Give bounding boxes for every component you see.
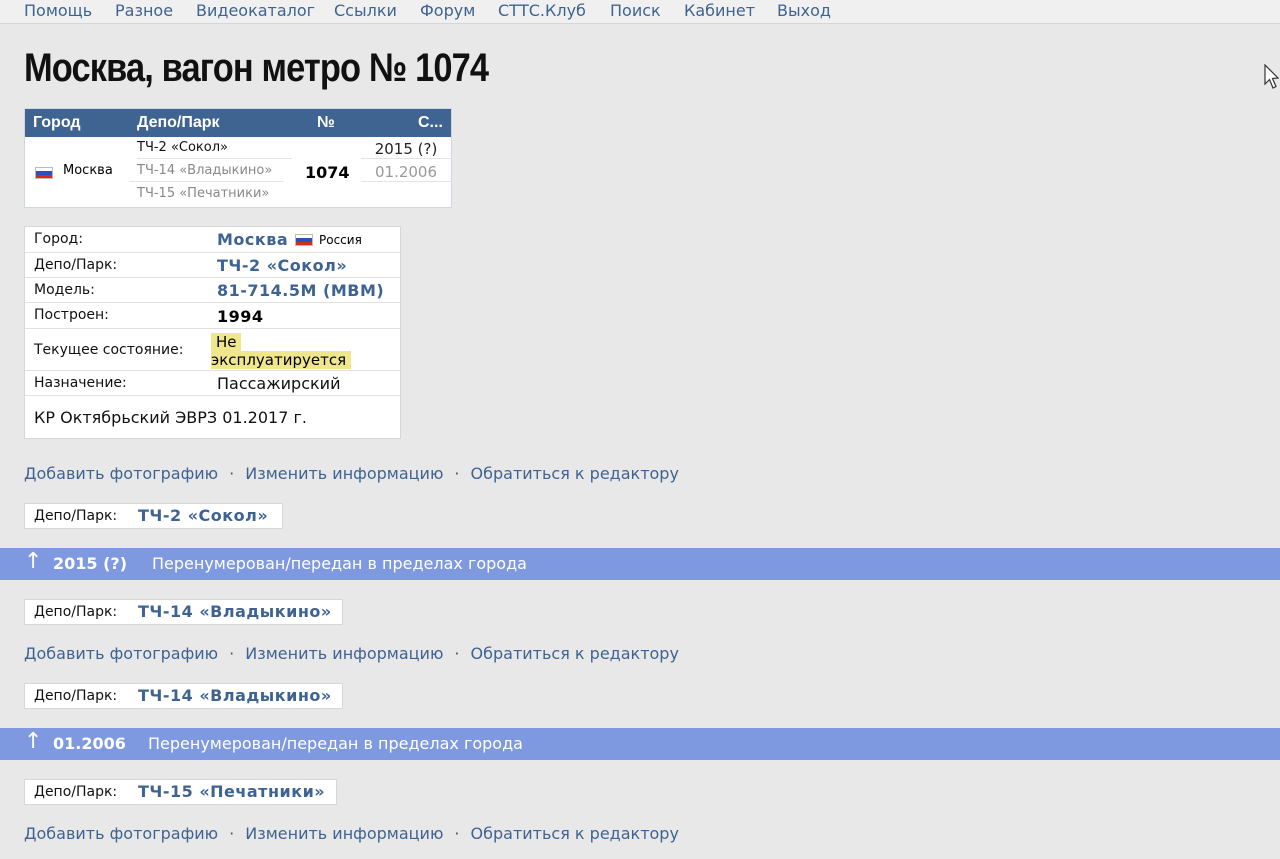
add-photo-link[interactable]: Добавить фотографию bbox=[24, 824, 218, 843]
contact-editor-link[interactable]: Обратиться к редактору bbox=[471, 824, 679, 843]
info-row-city: Город: Москва Россия bbox=[25, 227, 400, 253]
separator: · bbox=[229, 644, 235, 663]
contact-editor-link[interactable]: Обратиться к редактору bbox=[471, 644, 679, 663]
separator: · bbox=[229, 464, 235, 483]
vehicle-depot-previous[interactable]: ТЧ-14 «Владыкино» bbox=[129, 163, 284, 182]
edit-info-link[interactable]: Изменить информацию bbox=[245, 464, 443, 483]
history-depot-value[interactable]: ТЧ-15 «Печатники» bbox=[138, 782, 325, 801]
nav-search[interactable]: Поиск bbox=[610, 0, 661, 21]
page-title: Москва, вагон метро № 1074 bbox=[24, 46, 489, 90]
vehicle-table-header: Город Депо/Парк № С... bbox=[25, 109, 451, 137]
info-built-label: Построен: bbox=[34, 307, 109, 323]
info-country[interactable]: Россия bbox=[319, 233, 362, 247]
nav-misc[interactable]: Разное bbox=[115, 0, 173, 21]
info-note: КР Октябрьский ЭВРЗ 01.2017 г. bbox=[34, 408, 307, 427]
edit-info-link[interactable]: Изменить информацию bbox=[245, 644, 443, 663]
info-row-depot: Депо/Парк: ТЧ-2 «Сокол» bbox=[25, 253, 400, 278]
separator: · bbox=[454, 644, 460, 663]
vehicle-date-current: 2015 (?) bbox=[361, 140, 451, 159]
column-city: Город bbox=[33, 114, 81, 131]
info-depot-value[interactable]: ТЧ-2 «Сокол» bbox=[217, 256, 347, 275]
separator: · bbox=[454, 464, 460, 483]
history-event-text: Перенумерован/передан в пределах города bbox=[152, 554, 527, 573]
add-photo-link[interactable]: Добавить фотографию bbox=[24, 644, 218, 663]
info-model-label: Модель: bbox=[34, 282, 95, 298]
add-photo-link[interactable]: Добавить фотографию bbox=[24, 464, 218, 483]
info-state-value: Не эксплуатируется bbox=[211, 333, 352, 369]
info-row-purpose: Назначение: Пассажирский bbox=[25, 371, 400, 396]
history-depot-label: Депо/Парк: bbox=[34, 688, 118, 704]
column-date: С... bbox=[418, 114, 443, 131]
info-depot-label: Депо/Парк: bbox=[34, 257, 118, 273]
history-event-band: ↑ 01.2006 Перенумерован/передан в предел… bbox=[0, 728, 1280, 760]
history-depot-label: Депо/Парк: bbox=[34, 508, 118, 524]
nav-forum[interactable]: Форум bbox=[420, 0, 475, 21]
vehicle-depot-earlier[interactable]: ТЧ-15 «Печатники» bbox=[137, 186, 292, 201]
info-model-value[interactable]: 81-714.5М (МВМ) bbox=[217, 281, 384, 300]
russia-flag-icon bbox=[295, 234, 313, 246]
history-depot-box: Депо/Парк: ТЧ-14 «Владыкино» bbox=[24, 683, 343, 709]
vehicle-summary-table: Город Депо/Парк № С... Москва ТЧ-2 «Соко… bbox=[24, 108, 452, 208]
nav-logout[interactable]: Выход bbox=[777, 0, 831, 21]
info-city-label: Город: bbox=[34, 231, 83, 247]
nav-help[interactable]: Помощь bbox=[24, 0, 92, 21]
top-navigation: Помощь Разное Видеокаталог Ссылки Форум … bbox=[0, 0, 1280, 24]
history-event-band: ↑ 2015 (?) Перенумерован/передан в преде… bbox=[0, 548, 1280, 580]
actions-bar: Добавить фотографию · Изменить информацию ·… bbox=[24, 644, 679, 663]
vehicle-city[interactable]: Москва bbox=[63, 163, 113, 178]
vehicle-date-previous: 01.2006 bbox=[361, 163, 451, 182]
history-depot-box: Депо/Парк: ТЧ-15 «Печатники» bbox=[24, 779, 337, 805]
history-depot-value[interactable]: ТЧ-14 «Владыкино» bbox=[138, 686, 332, 705]
history-event-text: Перенумерован/передан в пределах города bbox=[148, 734, 523, 753]
vehicle-number: 1074 bbox=[305, 163, 350, 182]
nav-video-catalog[interactable]: Видеокаталог bbox=[196, 0, 315, 21]
history-depot-value[interactable]: ТЧ-2 «Сокол» bbox=[138, 506, 268, 525]
vehicle-info-table: Город: Москва Россия Депо/Парк: ТЧ-2 «Со… bbox=[24, 226, 401, 439]
info-city-value[interactable]: Москва bbox=[217, 230, 288, 249]
info-purpose-value: Пассажирский bbox=[217, 374, 341, 393]
info-purpose-label: Назначение: bbox=[34, 375, 127, 391]
mouse-cursor-icon bbox=[1264, 64, 1280, 89]
nav-club[interactable]: СТТС.Клуб bbox=[498, 0, 586, 21]
edit-info-link[interactable]: Изменить информацию bbox=[245, 824, 443, 843]
history-depot-box: Депо/Парк: ТЧ-14 «Владыкино» bbox=[24, 599, 343, 625]
info-row-model: Модель: 81-714.5М (МВМ) bbox=[25, 278, 400, 303]
info-built-value: 1994 bbox=[217, 307, 264, 326]
vehicle-depot-current[interactable]: ТЧ-2 «Сокол» bbox=[137, 140, 292, 159]
info-state-label: Текущее состояние: bbox=[34, 342, 184, 358]
history-depot-label: Депо/Парк: bbox=[34, 784, 118, 800]
history-event-year: 01.2006 bbox=[53, 734, 126, 753]
history-depot-value[interactable]: ТЧ-14 «Владыкино» bbox=[138, 602, 332, 621]
info-row-built: Построен: 1994 bbox=[25, 303, 400, 329]
arrow-up-icon: ↑ bbox=[24, 549, 43, 574]
actions-bar: Добавить фотографию · Изменить информацию ·… bbox=[24, 824, 679, 843]
vehicle-table-row: Москва ТЧ-2 «Сокол» ТЧ-14 «Владыкино» ТЧ… bbox=[25, 137, 451, 207]
history-depot-box: Депо/Парк: ТЧ-2 «Сокол» bbox=[24, 503, 283, 529]
contact-editor-link[interactable]: Обратиться к редактору bbox=[471, 464, 679, 483]
nav-links[interactable]: Ссылки bbox=[334, 0, 397, 21]
info-row-state: Текущее состояние: Не эксплуатируется bbox=[25, 329, 400, 371]
column-number: № bbox=[317, 114, 335, 131]
info-note-row: КР Октябрьский ЭВРЗ 01.2017 г. bbox=[25, 396, 400, 438]
separator: · bbox=[229, 824, 235, 843]
actions-bar: Добавить фотографию · Изменить информацию ·… bbox=[24, 464, 679, 483]
russia-flag-icon bbox=[35, 167, 53, 179]
separator: · bbox=[454, 824, 460, 843]
column-depot: Депо/Парк bbox=[137, 114, 220, 131]
arrow-up-icon: ↑ bbox=[24, 729, 43, 754]
nav-cabinet[interactable]: Кабинет bbox=[684, 0, 755, 21]
history-depot-label: Депо/Парк: bbox=[34, 604, 118, 620]
history-event-year: 2015 (?) bbox=[53, 554, 128, 573]
